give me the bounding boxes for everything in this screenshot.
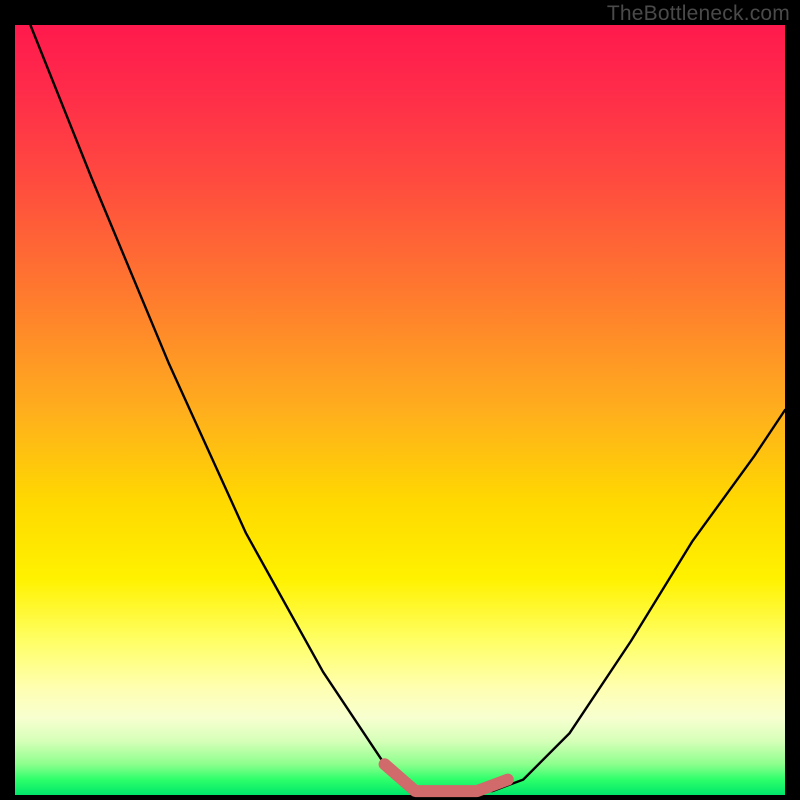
valley-marker-path [385, 764, 508, 791]
bottleneck-curve-path [30, 25, 785, 791]
chart-stage: TheBottleneck.com [0, 0, 800, 800]
watermark-text: TheBottleneck.com [607, 2, 790, 26]
plot-area [15, 25, 785, 795]
curve-svg [15, 25, 785, 795]
